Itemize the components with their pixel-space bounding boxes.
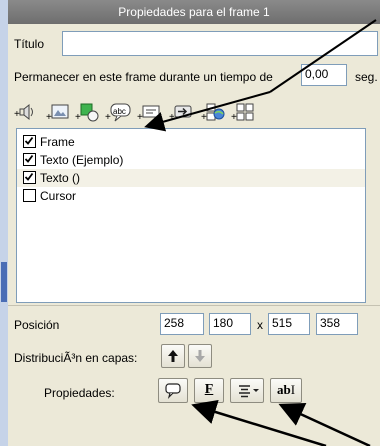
left-panel-strip — [0, 0, 8, 446]
arrow-to-duration — [269, 19, 377, 93]
arrow-to-balloon-button — [191, 399, 327, 446]
arrow-to-text-button — [278, 402, 371, 446]
frame-properties-panel: Propiedades para el frame 1 Título Perma… — [8, 0, 380, 446]
annotation-arrows — [144, 19, 377, 446]
arrow-to-text-icon — [144, 91, 271, 132]
left-panel-selection — [1, 262, 7, 302]
